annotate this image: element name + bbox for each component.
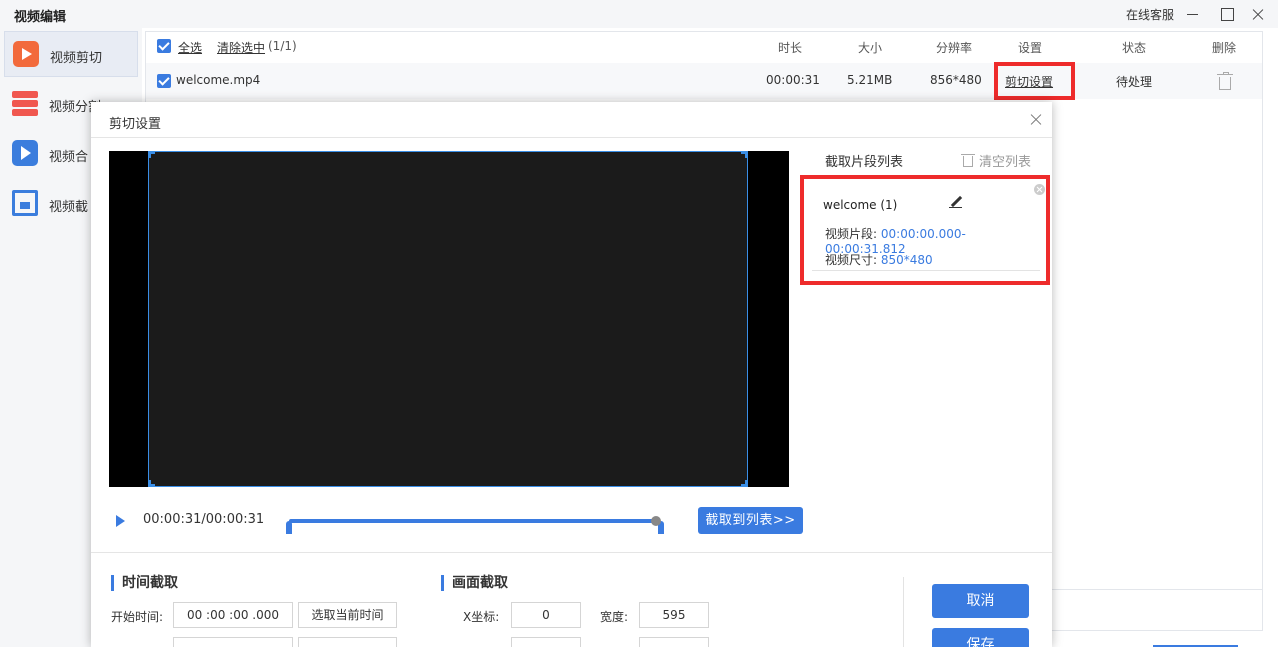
column-size: 大小 [858, 41, 883, 55]
x-coordinate-input[interactable]: 0 [511, 602, 581, 628]
pick-end-time-button[interactable] [298, 637, 397, 647]
select-all-link[interactable]: 全选 [178, 39, 202, 56]
edit-icon[interactable] [950, 195, 963, 208]
cut-settings-dialog: 剪切设置 00:00:31/00:00:31 截取到列表>> 截取片段列表 清空… [91, 102, 1052, 647]
column-duration: 时长 [778, 41, 803, 55]
row-checkbox[interactable] [157, 74, 171, 88]
minimize-icon[interactable] [1183, 4, 1203, 24]
delete-icon[interactable] [1217, 72, 1233, 90]
select-all-checkbox[interactable] [157, 39, 171, 53]
segment-range-label: 视频片段: [825, 227, 878, 241]
close-window-icon[interactable] [1248, 4, 1268, 24]
crop-region[interactable] [148, 151, 748, 487]
time-cut-title: 时间截取 [111, 575, 178, 591]
clear-list-label: 清空列表 [979, 155, 1032, 170]
remove-segment-icon[interactable] [1034, 184, 1045, 195]
crop-handle-top-right[interactable] [741, 151, 748, 158]
pick-current-time-button[interactable]: 选取当前时间 [298, 602, 397, 628]
sidebar-item-label: 视频剪切 [50, 51, 103, 66]
cancel-button[interactable]: 取消 [932, 584, 1029, 618]
segment-size: 视频尺寸: 850*480 [825, 251, 933, 268]
close-icon[interactable] [1029, 113, 1043, 127]
sidebar-item-label: 视频截 [49, 200, 89, 215]
video-cut-icon [13, 41, 39, 67]
crop-handle-bottom-right[interactable] [741, 480, 748, 487]
column-delete: 删除 [1212, 41, 1237, 55]
file-status: 待处理 [1116, 75, 1153, 89]
column-settings: 设置 [1018, 41, 1043, 55]
playhead-knob[interactable] [651, 516, 661, 526]
sidebar-item-label: 视频合 [49, 150, 89, 165]
segment-size-label: 视频尺寸: [825, 253, 878, 267]
play-icon[interactable] [116, 515, 125, 527]
width-label: 宽度: [600, 610, 629, 624]
x-coordinate-label: X坐标: [463, 610, 500, 624]
divider [91, 552, 1052, 553]
clear-selection-link[interactable]: 清除选中 [217, 39, 265, 56]
app-title: 视频编辑 [14, 10, 67, 25]
divider [1052, 589, 1263, 590]
start-time-input[interactable]: 00 :00 :00 .000 [173, 602, 293, 628]
segment-name: welcome (1) [823, 198, 898, 212]
end-time-input[interactable] [173, 637, 293, 647]
video-split-icon [12, 90, 38, 116]
segment-card[interactable]: welcome (1) 视频片段: 00:00:00.000-00:00:31.… [800, 175, 1050, 285]
y-coordinate-input[interactable] [511, 637, 581, 647]
maximize-icon[interactable] [1217, 4, 1237, 24]
trash-icon [961, 154, 975, 167]
table-row: welcome.mp4 00:00:31 5.21MB 856*480 剪切设置… [146, 62, 1262, 100]
column-status: 状态 [1122, 41, 1147, 55]
crop-handle-bottom-left[interactable] [148, 480, 155, 487]
playback-time: 00:00:31/00:00:31 [143, 512, 265, 527]
add-to-list-button[interactable]: 截取到列表>> [698, 507, 803, 534]
selection-count: (1/1) [268, 39, 297, 53]
trim-start-handle[interactable] [286, 521, 292, 534]
list-header: 全选 清除选中 (1/1) 时长 大小 分辨率 设置 状态 删除 [146, 32, 1262, 60]
clear-list-button[interactable]: 清空列表 [961, 151, 1032, 170]
file-duration: 00:00:31 [766, 73, 820, 87]
file-resolution: 856*480 [930, 73, 982, 87]
segment-list-title: 截取片段列表 [825, 155, 904, 170]
edit-icon-underline [949, 207, 962, 208]
video-merge-icon [12, 140, 38, 166]
divider [903, 577, 904, 647]
online-service-link[interactable]: 在线客服 [1126, 6, 1174, 23]
start-time-label: 开始时间: [111, 610, 164, 624]
file-name: welcome.mp4 [176, 73, 261, 87]
width-input[interactable]: 595 [639, 602, 709, 628]
video-crop-icon [12, 190, 38, 216]
divider [812, 270, 1040, 271]
crop-handle-top-left[interactable] [148, 151, 155, 158]
frame-cut-title: 画面截取 [441, 575, 508, 591]
title-bar: 视频编辑 在线客服 [0, 0, 1278, 28]
video-preview [109, 151, 789, 487]
save-button[interactable]: 保存 [932, 628, 1029, 647]
dialog-title: 剪切设置 [109, 117, 162, 132]
file-size: 5.21MB [847, 73, 893, 87]
divider [91, 137, 1052, 138]
sidebar-item-video-cut[interactable]: 视频剪切 [4, 31, 138, 77]
cut-settings-link[interactable]: 剪切设置 [1005, 73, 1053, 90]
column-resolution: 分辨率 [936, 41, 973, 55]
segment-size-value: 850*480 [880, 253, 933, 267]
height-input[interactable] [639, 637, 709, 647]
timeline-track[interactable] [289, 519, 658, 523]
